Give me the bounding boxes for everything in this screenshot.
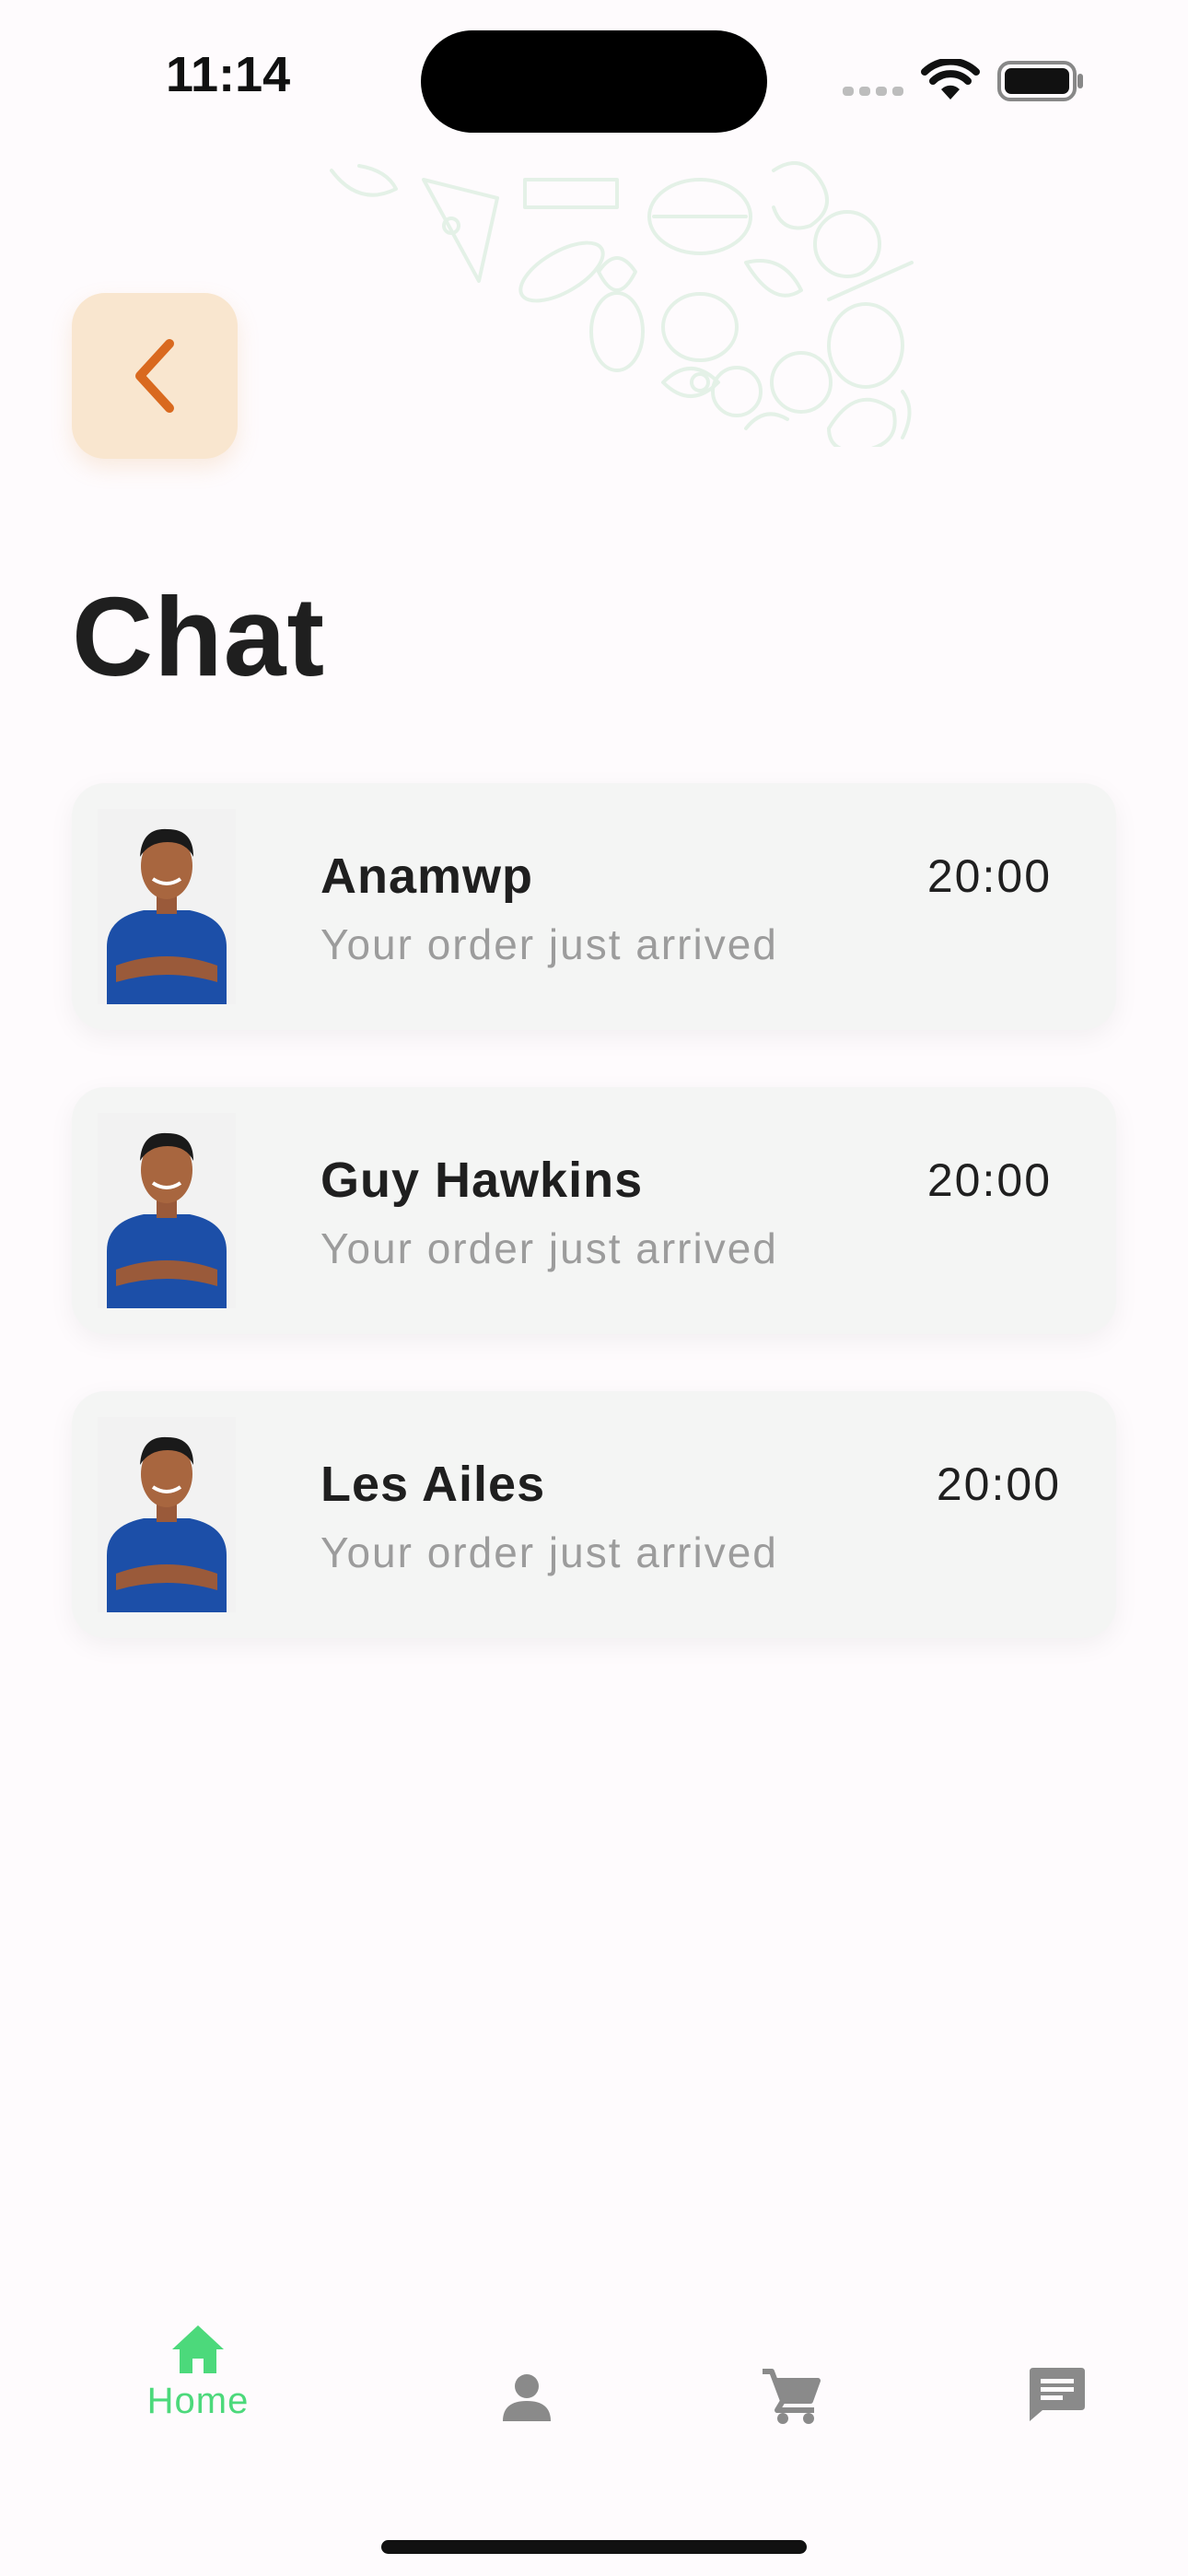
nav-chat[interactable]: [1028, 2366, 1087, 2423]
chat-item[interactable]: Les Ailes Your order just arrived 20:00: [72, 1391, 1116, 1638]
chat-last-message: Your order just arrived: [320, 1528, 778, 1576]
page-title: Chat: [72, 574, 326, 699]
chat-list: Anamwp Your order just arrived 20:00 Guy…: [72, 783, 1116, 1695]
chat-contact-name: Anamwp: [320, 849, 534, 904]
chat-icon: [1030, 2368, 1085, 2421]
chat-item[interactable]: Anamwp Your order just arrived 20:00: [72, 783, 1116, 1030]
battery-icon: [997, 61, 1083, 101]
chat-last-message: Your order just arrived: [320, 920, 778, 968]
chat-timestamp: 20:00: [926, 1154, 1052, 1206]
nav-cart[interactable]: [761, 2368, 821, 2425]
profile-icon: [503, 2374, 551, 2421]
food-doodle-pattern: [330, 161, 914, 447]
home-indicator[interactable]: [381, 2540, 807, 2554]
cart-icon: [763, 2369, 821, 2424]
chat-contact-name: Les Ailes: [320, 1457, 546, 1512]
status-bar: 11:14: [0, 0, 1188, 147]
avatar: [98, 1113, 236, 1308]
home-icon: [172, 2325, 224, 2373]
avatar: [98, 809, 236, 1004]
status-time: 11:14: [166, 47, 291, 102]
chevron-left-icon: [135, 339, 174, 413]
chat-contact-name: Guy Hawkins: [320, 1153, 644, 1208]
nav-profile[interactable]: [497, 2371, 556, 2423]
chat-timestamp: 20:00: [926, 850, 1052, 902]
avatar: [98, 1417, 236, 1612]
cellular-signal-icon: [843, 87, 903, 96]
chat-timestamp: 20:00: [936, 1458, 1061, 1510]
chat-item[interactable]: Guy Hawkins Your order just arrived 20:0…: [72, 1087, 1116, 1334]
dynamic-island: [421, 30, 767, 133]
chat-last-message: Your order just arrived: [320, 1224, 778, 1272]
wifi-icon: [921, 59, 980, 100]
nav-home[interactable]: Home: [143, 2322, 253, 2422]
back-button[interactable]: [72, 293, 238, 459]
bottom-navigation: Home: [0, 2322, 1188, 2506]
nav-home-label: Home: [146, 2381, 250, 2421]
